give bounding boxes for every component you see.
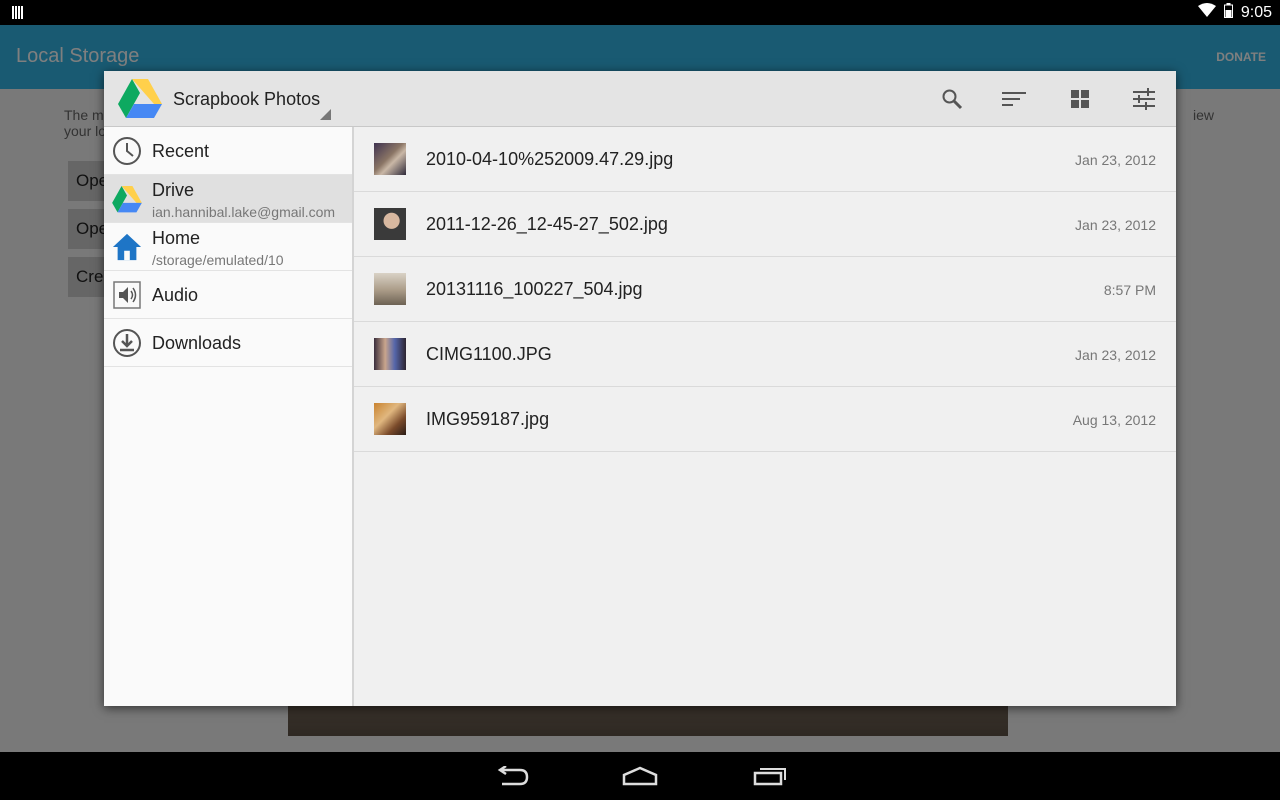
wifi-icon <box>1197 3 1216 22</box>
file-name: 20131116_100227_504.jpg <box>426 279 643 299</box>
file-row[interactable]: 2011-12-26_12-45-27_502.jpg Jan 23, 2012 <box>354 192 1176 257</box>
file-name: IMG959187.jpg <box>426 409 550 429</box>
sidebar-item-label: Downloads <box>152 333 242 353</box>
photo-thumbnail <box>374 403 406 435</box>
home-icon <box>112 232 142 262</box>
photo-thumbnail <box>374 273 406 305</box>
sidebar-item-label: Audio <box>152 285 199 305</box>
sidebar-item-label: Recent <box>152 141 210 161</box>
dialog-title[interactable]: Scrapbook Photos <box>173 89 320 110</box>
file-row[interactable]: 20131116_100227_504.jpg 8:57 PM <box>354 257 1176 322</box>
sidebar-item-label: Drive <box>152 180 195 200</box>
sidebar-item-label: Home <box>152 228 201 248</box>
dropdown-caret-icon[interactable] <box>320 109 331 120</box>
grid-view-icon[interactable] <box>1066 85 1094 113</box>
photo-thumbnail <box>374 208 406 240</box>
battery-icon <box>1223 2 1233 23</box>
file-date: 8:57 PM <box>1103 282 1156 298</box>
search-icon[interactable] <box>938 85 966 113</box>
photo-thumbnail <box>374 143 406 175</box>
roots-sidebar: Recent Drive ian.hannibal.lake@gmail.com… <box>104 127 354 706</box>
file-date: Aug 13, 2012 <box>1072 412 1156 428</box>
clock-icon <box>112 136 142 166</box>
sidebar-item-audio[interactable]: Audio <box>104 271 352 319</box>
sort-icon[interactable] <box>1000 85 1028 113</box>
dialog-header: Scrapbook Photos <box>104 71 1176 127</box>
clock-time: 9:05 <box>1240 3 1272 21</box>
photo-thumbnail <box>374 338 406 370</box>
google-drive-icon <box>118 79 162 124</box>
file-name: 2011-12-26_12-45-27_502.jpg <box>426 214 668 234</box>
google-drive-icon <box>112 184 142 214</box>
file-row[interactable]: CIMG1100.JPG Jan 23, 2012 <box>354 322 1176 387</box>
file-name: CIMG1100.JPG <box>426 344 552 364</box>
barcode-notification-icon <box>12 6 24 19</box>
status-bar: 9:05 <box>0 0 1280 25</box>
file-date: Jan 23, 2012 <box>1075 347 1156 363</box>
file-row[interactable]: 2010-04-10%252009.47.29.jpg Jan 23, 2012 <box>354 127 1176 192</box>
download-icon <box>112 328 142 358</box>
sidebar-item-drive[interactable]: Drive ian.hannibal.lake@gmail.com <box>104 175 352 223</box>
sidebar-item-downloads[interactable]: Downloads <box>104 319 352 367</box>
sidebar-item-home[interactable]: Home /storage/emulated/10 <box>104 223 352 271</box>
audio-icon <box>112 280 142 310</box>
file-list: 2010-04-10%252009.47.29.jpg Jan 23, 2012… <box>354 127 1176 706</box>
file-name: 2010-04-10%252009.47.29.jpg <box>426 149 674 169</box>
recent-apps-icon[interactable] <box>747 762 791 790</box>
file-date: Jan 23, 2012 <box>1075 217 1156 233</box>
sidebar-item-summary: ian.hannibal.lake@gmail.com <box>152 204 336 220</box>
settings-sliders-icon[interactable] <box>1130 85 1158 113</box>
sidebar-item-recent[interactable]: Recent <box>104 127 352 175</box>
navigation-bar <box>0 752 1280 800</box>
sidebar-item-summary: /storage/emulated/10 <box>152 252 284 268</box>
home-button-icon[interactable] <box>618 762 662 790</box>
file-row[interactable]: IMG959187.jpg Aug 13, 2012 <box>354 387 1176 452</box>
back-icon[interactable] <box>490 762 534 790</box>
document-picker-dialog: Scrapbook Photos Recent Drive ian.hannib… <box>104 71 1176 706</box>
file-date: Jan 23, 2012 <box>1075 152 1156 168</box>
